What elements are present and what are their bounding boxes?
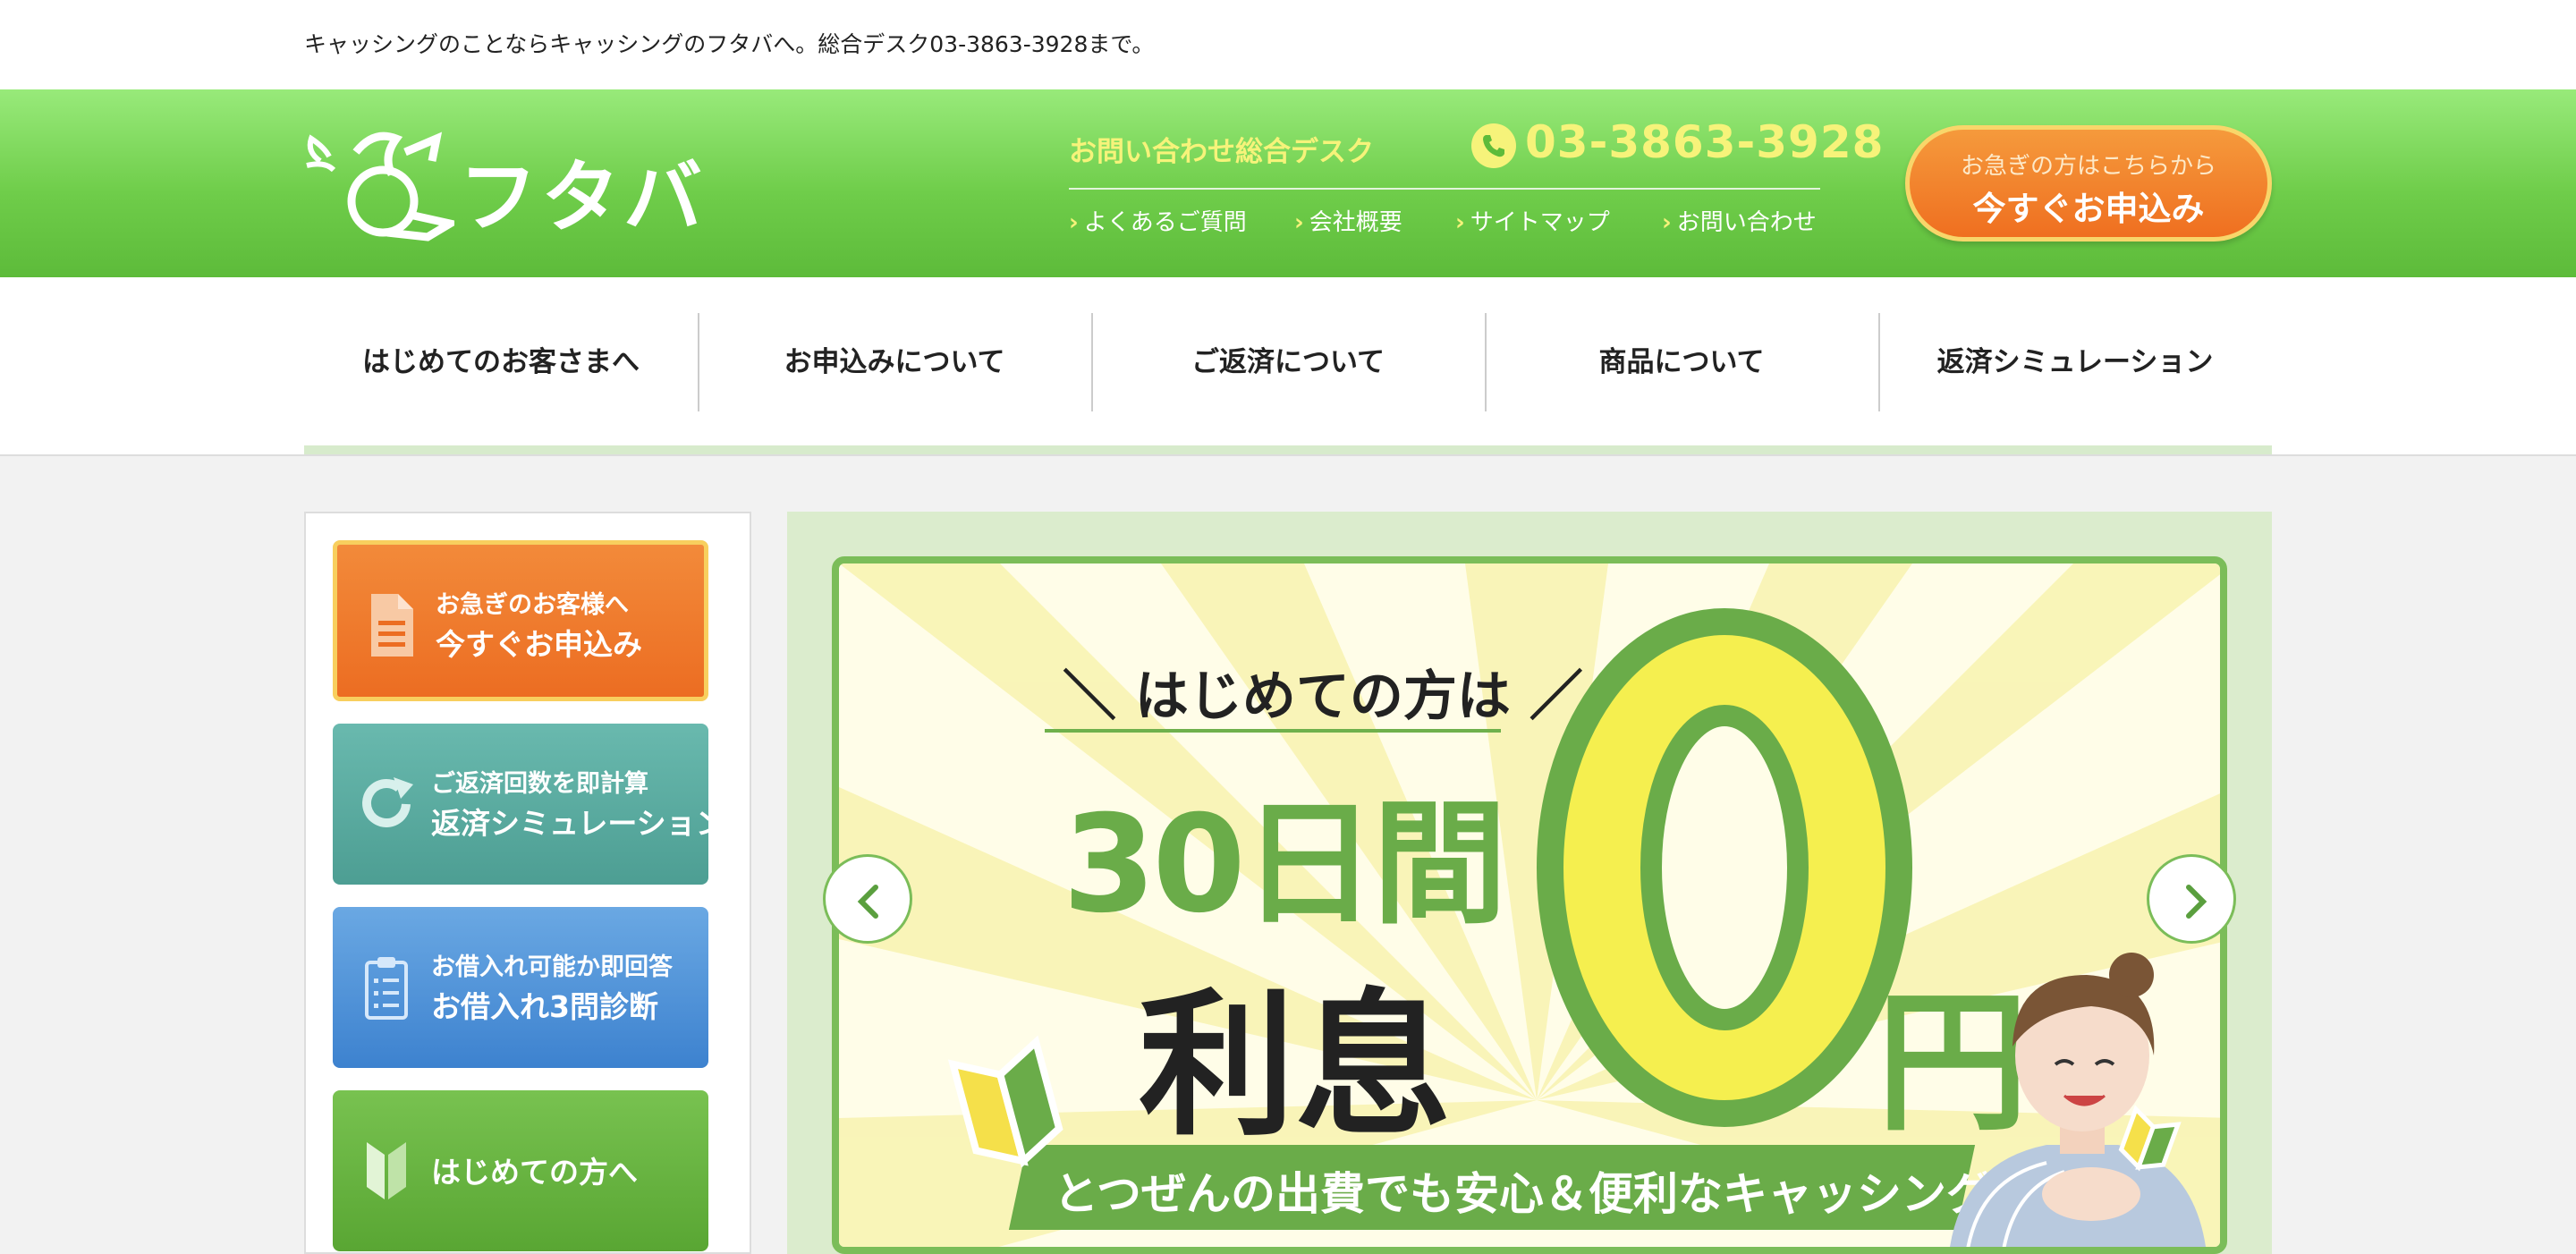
hero-zero-graphic: 0 — [1528, 599, 1912, 1127]
link-contact[interactable]: › お問い合わせ — [1662, 204, 1817, 237]
hero-band-text: とつぜんの出費でも安心＆便利なキャッシング — [1054, 1168, 1991, 1220]
chevron-right-icon — [2186, 885, 2207, 919]
nav-item-application[interactable]: お申込みについて — [698, 313, 1091, 411]
desk-label: お問い合わせ総合デスク — [1069, 136, 1374, 168]
nav-underline — [304, 445, 2272, 454]
sidebar-apply-button[interactable]: お急ぎのお客様へ 今すぐお申込み — [333, 540, 708, 701]
chevron-left-icon — [857, 885, 878, 919]
sidebar: お急ぎのお客様へ 今すぐお申込み ご返済回数を即計算 返済シミュレーション お借… — [304, 512, 751, 1254]
document-icon — [364, 589, 418, 661]
sidebar-diagnosis-large: お借入れ3問診断 — [431, 989, 658, 1024]
link-faq[interactable]: › よくあるご質問 — [1069, 204, 1247, 237]
hero-lead-text: ＼ はじめての方は ／ — [1063, 665, 1583, 728]
contact-divider — [1069, 188, 1820, 190]
sidebar-simulation-large: 返済シミュレーション — [431, 806, 725, 841]
top-notice-bar: キャッシングのことならキャッシングのフタバへ。総合デスク03-3863-3928… — [0, 0, 2576, 89]
hero-wrapper: ＼ はじめての方は ／ 30日間 利息 0 円 とつぜんの出費でも安心＆便利なキ… — [787, 512, 2272, 1254]
beginner-mark-icon — [360, 1135, 413, 1207]
carousel-next-button[interactable] — [2147, 854, 2236, 944]
sidebar-apply-large: 今すぐお申込み — [436, 627, 642, 662]
nav-item-simulation[interactable]: 返済シミュレーション — [1878, 313, 2272, 411]
hero-days-text: 30日間 — [1063, 787, 1507, 943]
chevron-right-icon: › — [1455, 209, 1465, 236]
hero-interest-text: 利息 — [1139, 976, 1452, 1157]
apply-big-text: 今すぐお申込み — [1972, 190, 2205, 228]
chevron-right-icon: › — [1662, 209, 1672, 236]
logo-text: フタバ — [459, 151, 707, 243]
carousel-prev-button[interactable] — [823, 854, 912, 944]
sidebar-diagnosis-button[interactable]: お借入れ可能か即回答 お借入れ3問診断 — [333, 907, 708, 1068]
hero-banner[interactable]: ＼ はじめての方は ／ 30日間 利息 0 円 とつぜんの出費でも安心＆便利なキ… — [832, 556, 2227, 1254]
link-company[interactable]: › 会社概要 — [1294, 204, 1402, 237]
sidebar-diagnosis-small: お借入れ可能か即回答 — [431, 953, 673, 981]
refresh-icon — [360, 768, 413, 840]
beginner-mark-icon — [947, 1035, 1063, 1168]
link-sitemap[interactable]: › サイトマップ — [1455, 204, 1610, 237]
notice-text: キャッシングのことならキャッシングのフタバへ。総合デスク03-3863-3928… — [304, 31, 1155, 57]
logo[interactable]: フタバ — [302, 125, 714, 243]
sidebar-beginner-label: はじめての方へ — [431, 1155, 638, 1190]
bird-logo-icon — [306, 131, 454, 241]
nav-item-products[interactable]: 商品について — [1485, 313, 1878, 411]
phone-icon — [1471, 123, 1516, 168]
header-links: › よくあるご質問 › 会社概要 › サイトマップ › お問い合わせ — [1069, 204, 1820, 240]
global-nav: はじめてのお客さまへ お申込みについて ご返済について 商品について 返済シミュ… — [0, 277, 2576, 456]
sidebar-beginner-button[interactable]: はじめての方へ — [333, 1090, 708, 1251]
hero-lead-rule — [1045, 729, 1501, 733]
contact-area: お問い合わせ総合デスク 03-3863-3928 › よくあるご質問 › 会社概要 … — [1069, 116, 1883, 250]
nav-item-repayment[interactable]: ご返済について — [1091, 313, 1485, 411]
apply-small-text: お急ぎの方はこちらから — [1960, 153, 2216, 180]
apply-now-button[interactable]: お急ぎの方はこちらから 今すぐお申込み — [1905, 125, 2272, 241]
nav-item-first-time[interactable]: はじめてのお客さまへ — [304, 313, 698, 411]
sidebar-apply-small: お急ぎのお客様へ — [436, 591, 629, 619]
clipboard-icon — [360, 952, 413, 1023]
chevron-right-icon: › — [1294, 209, 1304, 236]
phone-number[interactable]: 03-3863-3928 — [1525, 116, 1884, 168]
sidebar-simulation-small: ご返済回数を即計算 — [431, 770, 648, 798]
chevron-right-icon: › — [1069, 209, 1079, 236]
zero-text: 0 — [1528, 599, 1537, 603]
site-header: フタバ お問い合わせ総合デスク 03-3863-3928 › よくあるご質問 › 会… — [0, 89, 2576, 277]
sidebar-simulation-button[interactable]: ご返済回数を即計算 返済シミュレーション — [333, 724, 725, 885]
woman-photo — [1950, 953, 2207, 1247]
